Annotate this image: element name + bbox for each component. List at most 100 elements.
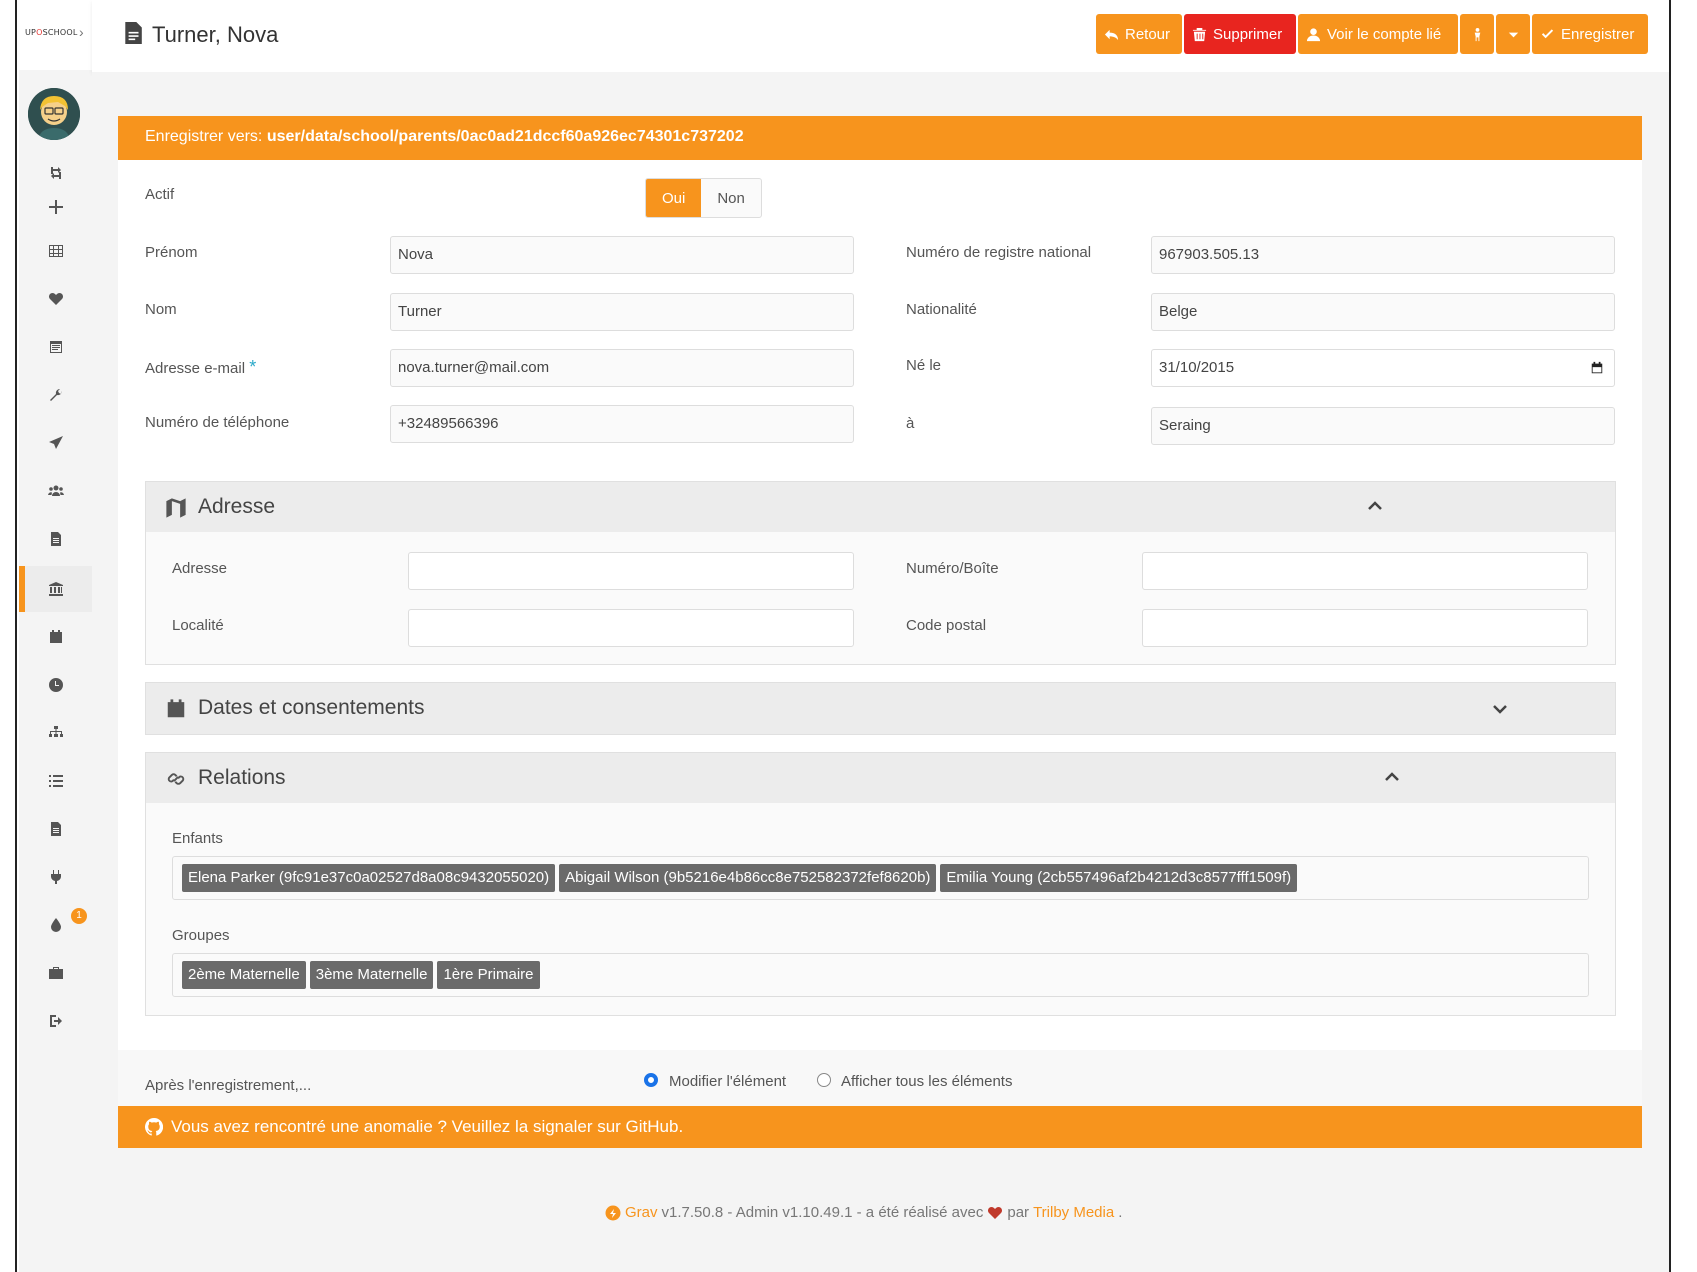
list-items-radio[interactable] [817, 1073, 831, 1087]
active-yes-option[interactable]: Oui [646, 179, 702, 217]
briefcase-icon [48, 967, 63, 979]
required-marker: * [249, 357, 257, 377]
first-name-input[interactable]: Nova [390, 236, 854, 274]
chevron-up-icon[interactable] [1382, 767, 1402, 791]
national-id-input[interactable]: 967903.505.13 [1151, 236, 1615, 274]
dates-panel-title: Dates et consentements [198, 696, 425, 719]
trilby-link[interactable]: Trilby Media [1033, 1204, 1114, 1221]
sidebar: UPOSCHOOL › 1 [19, 0, 92, 1272]
page-document-icon [124, 22, 142, 48]
top-bar: Turner, Nova Retour Supprimer Voir le co… [92, 0, 1669, 72]
sidebar-item-plugins[interactable] [19, 862, 92, 892]
sidebar-item-structure[interactable] [19, 718, 92, 748]
sidebar-item-send[interactable] [19, 428, 92, 458]
active-no-option[interactable]: Non [701, 179, 761, 217]
sidebar-item-favorites[interactable] [19, 284, 92, 314]
sidebar-item-calendar[interactable] [19, 622, 92, 652]
sidebar-item-tools[interactable] [19, 380, 92, 410]
phone-label: Numéro de téléphone [145, 414, 290, 431]
address-input[interactable] [408, 552, 854, 590]
sidebar-toggle-icon[interactable]: › [79, 24, 84, 40]
sidebar-item-pages[interactable] [19, 524, 92, 554]
edit-item-label[interactable]: Modifier l'élément [669, 1073, 786, 1090]
person-button[interactable] [1460, 14, 1494, 54]
save-button[interactable]: Enregistrer [1532, 14, 1648, 54]
first-name-label: Prénom [145, 244, 198, 261]
chevron-down-icon[interactable] [1490, 699, 1510, 723]
group-tag[interactable]: 2ème Maternelle [182, 961, 306, 989]
nationality-label: Nationalité [906, 301, 977, 318]
child-tag[interactable]: Elena Parker (9fc91e37c0a02527d8a08c9432… [182, 864, 556, 892]
postal-code-label: Code postal [906, 617, 987, 634]
footer-by: par [1007, 1204, 1030, 1221]
avatar[interactable] [28, 88, 80, 140]
sidebar-item-schedule[interactable] [19, 670, 92, 700]
dates-panel: Dates et consentements [145, 682, 1616, 735]
sidebar-item-tools-case[interactable] [19, 958, 92, 988]
email-input[interactable]: nova.turner@mail.com [390, 349, 854, 387]
sidebar-item-documents[interactable] [19, 814, 92, 844]
address-panel-header[interactable]: Adresse [146, 482, 1615, 532]
footer: Grav v1.7.50.8 - Admin v1.10.49.1 - a ét… [605, 1204, 1122, 1221]
logo-area: UPOSCHOOL › [19, 0, 92, 70]
edit-item-radio[interactable] [644, 1073, 658, 1087]
calendar-icon [49, 630, 62, 643]
dates-panel-header[interactable]: Dates et consentements [146, 683, 1615, 734]
locality-input[interactable] [408, 609, 854, 647]
github-banner-text: Vous avez rencontré une anomalie ? Veuil… [171, 1117, 684, 1136]
sidebar-item-dashboard[interactable] [19, 236, 92, 266]
footer-version: v1.7.50.8 - Admin v1.10.49.1 - a été réa… [661, 1204, 984, 1221]
group-tag[interactable]: 1ère Primaire [437, 961, 540, 989]
grav-link[interactable]: Grav [625, 1204, 658, 1221]
plus-icon [48, 200, 63, 214]
nationality-input[interactable]: Belge [1151, 293, 1615, 331]
phone-input[interactable]: +32489566396 [390, 405, 854, 443]
linked-account-button[interactable]: Voir le compte lié [1298, 14, 1458, 54]
github-report-banner[interactable]: Vous avez rencontré une anomalie ? Veuil… [118, 1106, 1642, 1148]
map-icon [165, 497, 187, 523]
reply-icon [1104, 29, 1119, 40]
last-name-label: Nom [145, 301, 177, 318]
user-icon [1306, 27, 1321, 41]
last-name-input[interactable]: Turner [390, 293, 854, 331]
children-tag-input[interactable]: Elena Parker (9fc91e37c0a02527d8a08c9432… [172, 856, 1589, 900]
list-items-label[interactable]: Afficher tous les éléments [841, 1073, 1012, 1090]
sidebar-item-school[interactable] [19, 574, 92, 604]
back-button[interactable]: Retour [1096, 14, 1182, 54]
sidebar-item-list[interactable] [19, 766, 92, 796]
app-logo[interactable]: UPOSCHOOL [25, 28, 78, 37]
sidebar-item-users[interactable] [19, 476, 92, 506]
active-toggle[interactable]: Oui Non [645, 178, 762, 218]
delete-button[interactable]: Supprimer [1184, 14, 1296, 54]
plug-icon [50, 870, 61, 884]
calendar-list-icon [49, 341, 62, 353]
sidebar-item-calendar-list[interactable] [19, 332, 92, 362]
child-tag[interactable]: Emilia Young (2cb557496af2b4212d3c8577ff… [940, 864, 1298, 892]
groups-tag-input[interactable]: 2ème Maternelle 3ème Maternelle 1ère Pri… [172, 953, 1589, 997]
number-input[interactable] [1142, 552, 1588, 590]
birth-date-input[interactable]: 31/10/2015 [1151, 349, 1615, 387]
children-label: Enfants [172, 830, 223, 847]
postal-code-input[interactable] [1142, 609, 1588, 647]
after-save-label: Après l'enregistrement,... [145, 1077, 312, 1094]
save-path: user/data/school/parents/0ac0ad21dccf60a… [266, 128, 744, 145]
sidebar-item-logout[interactable] [19, 1006, 92, 1036]
save-location-banner: Enregistrer vers: user/data/school/paren… [118, 116, 1642, 160]
drop-icon [50, 918, 61, 932]
relations-panel-title: Relations [198, 766, 286, 789]
birth-date-label: Né le [906, 357, 942, 374]
heart-icon [988, 1206, 1003, 1219]
relations-panel-header[interactable]: Relations [146, 753, 1615, 803]
document-icon [50, 822, 61, 836]
birth-place-input[interactable]: Seraing [1151, 407, 1615, 445]
link-icon [165, 768, 187, 794]
check-icon [1541, 28, 1554, 38]
sidebar-item-sync[interactable] [19, 158, 92, 188]
email-label: Adresse e-mail * [145, 357, 257, 377]
calendar-picker-icon[interactable] [1590, 361, 1604, 375]
chevron-up-icon[interactable] [1365, 496, 1385, 520]
dropdown-toggle-button[interactable] [1496, 14, 1530, 54]
group-tag[interactable]: 3ème Maternelle [309, 961, 434, 989]
child-tag[interactable]: Abigail Wilson (9b5216e4b86cc8e752582372… [559, 864, 937, 892]
sidebar-item-add[interactable] [19, 192, 92, 222]
